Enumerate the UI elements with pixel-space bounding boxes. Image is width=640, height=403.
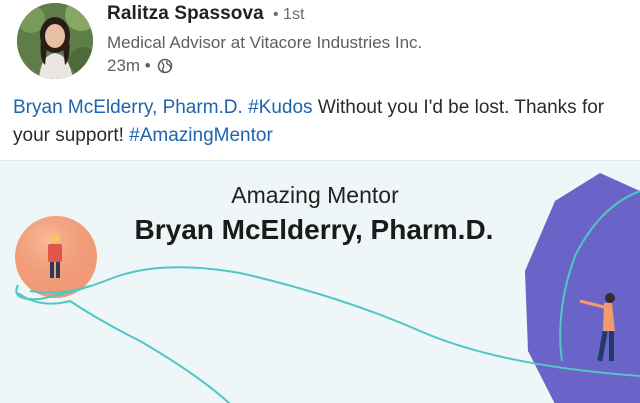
avatar[interactable] — [17, 3, 93, 79]
avatar-photo — [17, 3, 93, 79]
hashtag-kudos-link[interactable]: #Kudos — [248, 97, 312, 118]
post-meta: 23m • — [107, 56, 173, 76]
post-header: Ralitza Spassova • 1st Medical Advisor a… — [0, 0, 640, 88]
kudos-card[interactable]: Amazing Mentor Bryan McElderry, Pharm.D. — [0, 160, 640, 403]
kudos-recipient-name: Bryan McElderry, Pharm.D. — [134, 214, 494, 245]
connection-degree: • 1st — [273, 6, 305, 23]
post-body: Bryan McElderry, Pharm.D. #Kudos Without… — [13, 94, 628, 150]
author-name[interactable]: Ralitza Spassova — [107, 3, 264, 25]
globe-icon — [157, 58, 173, 74]
mention-link[interactable]: Bryan McElderry, Pharm.D. — [13, 97, 243, 118]
kudos-subtitle: Amazing Mentor — [231, 182, 399, 208]
hashtag-amazing-mentor-link[interactable]: #AmazingMentor — [129, 125, 273, 146]
author-headline: Medical Advisor at Vitacore Industries I… — [107, 33, 423, 52]
post-timestamp: 23m • — [107, 56, 151, 75]
